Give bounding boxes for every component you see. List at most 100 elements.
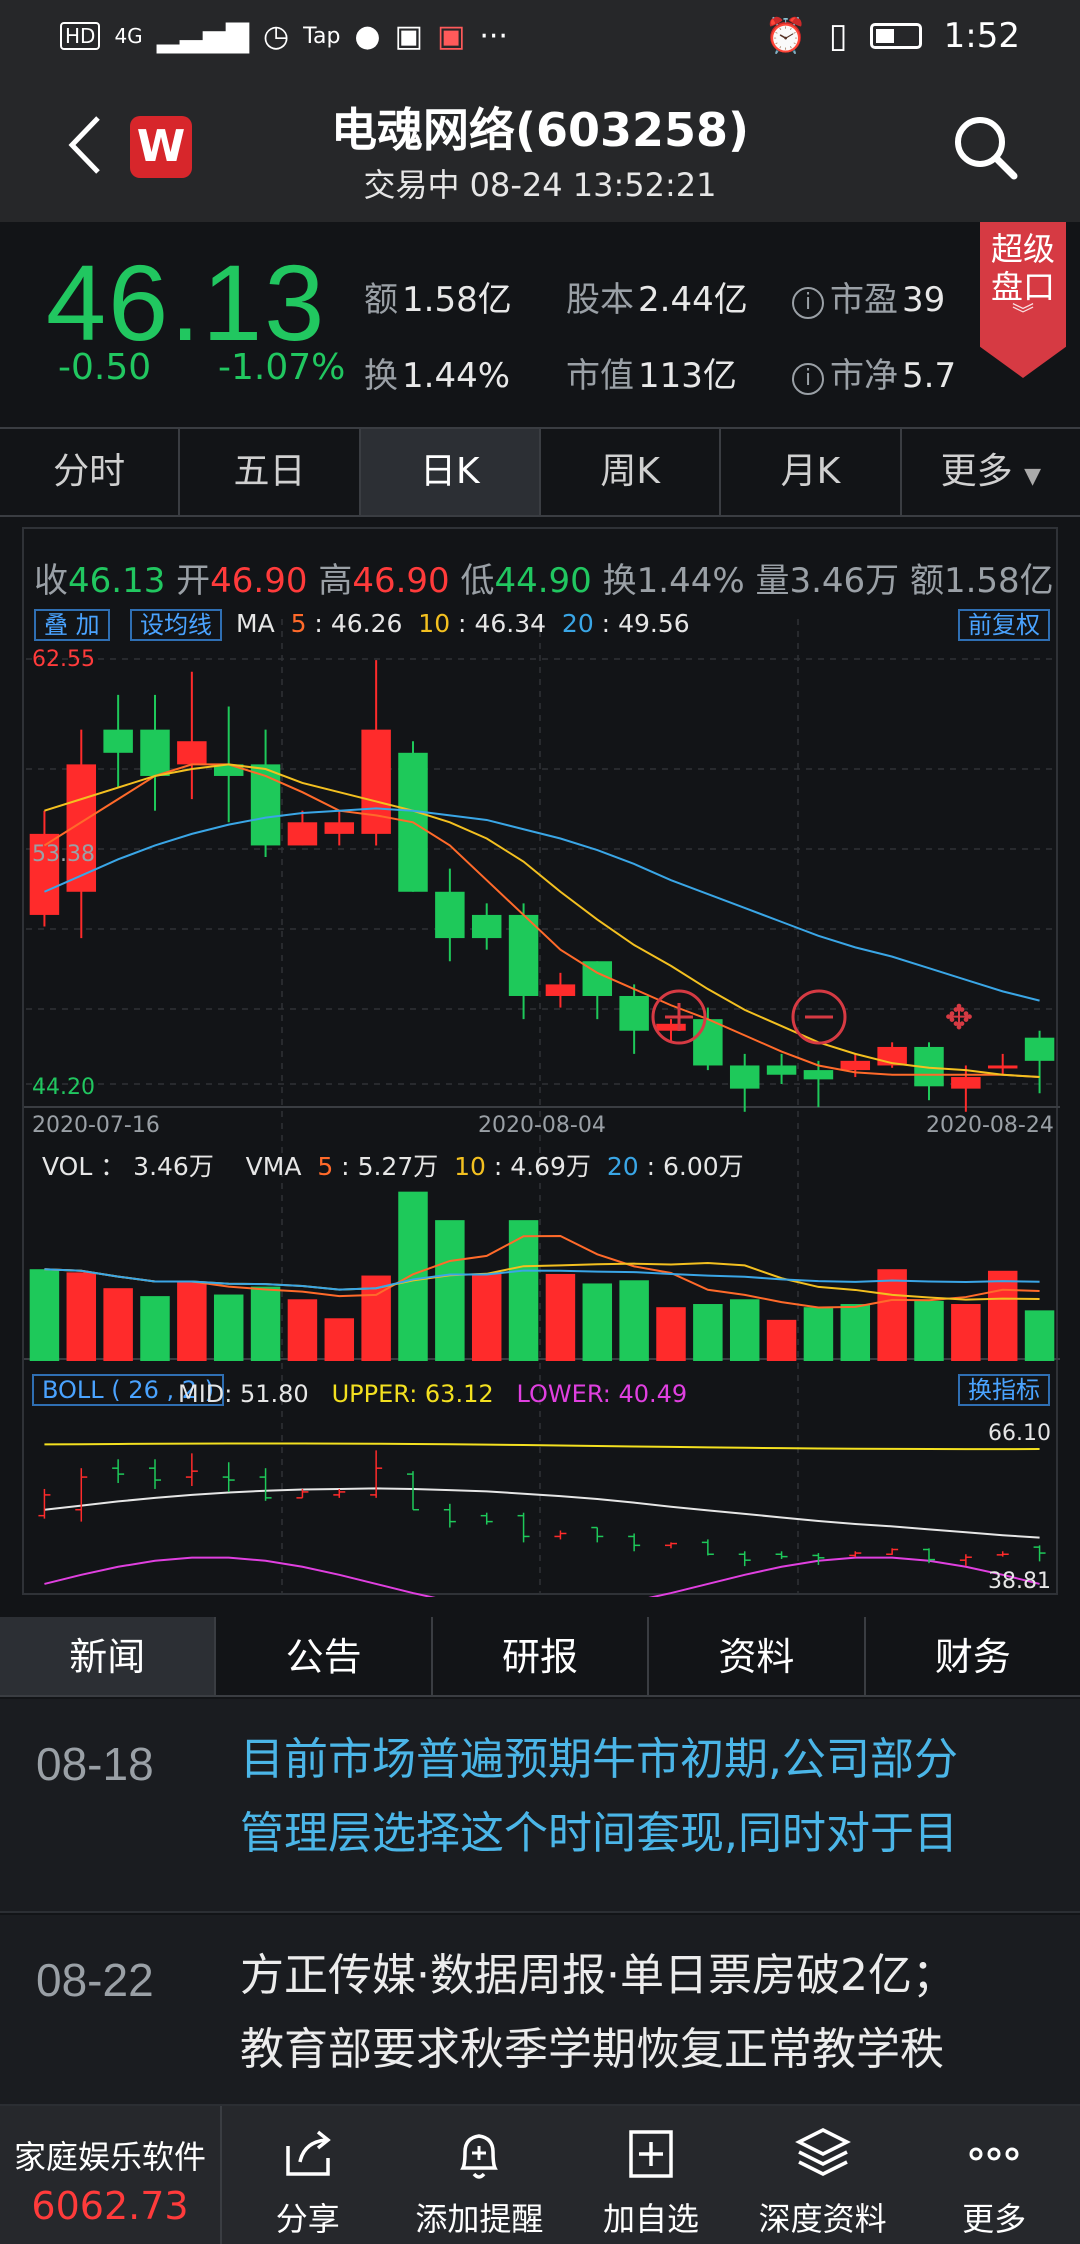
triangle-down-icon: ▼: [1024, 464, 1041, 489]
x-axis-label-mid: 2020-08-04: [478, 1113, 606, 1138]
volume-legend: VOL ： 3.46万 VMA 5 : 5.27万 10 : 4.69万 20 …: [42, 1152, 744, 1181]
quote-pb[interactable]: i 市净 5.7: [792, 348, 956, 397]
adjust-mode-button[interactable]: 前复权: [958, 609, 1050, 641]
y-axis-bottom-label: 44.20: [32, 1075, 95, 1100]
candle-body: [471, 914, 502, 939]
quote-amount: 额 1.58亿: [364, 280, 512, 320]
candle-body: [803, 1070, 834, 1080]
tab-five-day[interactable]: 五日: [180, 429, 361, 515]
volume-bar: [693, 1304, 723, 1361]
tab-daily-k[interactable]: 日K: [360, 429, 541, 515]
stock-title: 电魂网络(603258): [330, 103, 750, 157]
volume-bar: [398, 1191, 428, 1361]
tab-more[interactable]: 更多 ▼: [902, 429, 1080, 515]
news-headline[interactable]: 目前市场普遍预期牛市初期,公司部分 管理层选择这个时间套现,同时对于目: [240, 1723, 1040, 1871]
tab-monthly-k[interactable]: 月K: [721, 429, 902, 515]
battery-icon: [869, 23, 922, 49]
volume-bar: [582, 1283, 613, 1361]
add-watchlist-button[interactable]: 加自选: [565, 2106, 737, 2244]
volume-bar: [250, 1286, 281, 1361]
volume-bar: [729, 1299, 760, 1361]
boll-bottom-value: 38.81: [988, 1569, 1051, 1594]
candle-body: [508, 914, 539, 996]
volume-bar: [140, 1296, 170, 1361]
volume-bar: [619, 1280, 649, 1361]
volume-bar: [803, 1307, 834, 1361]
x-axis-label-end: 2020-08-24: [926, 1113, 1054, 1138]
quote-panel: 46.13 -0.50 -1.07% 额 1.58亿 换 1.44% 股本 2.44亿…: [0, 222, 1080, 427]
tab-financials[interactable]: 财务: [866, 1617, 1080, 1695]
quote-pe[interactable]: i 市盈 39: [792, 272, 945, 321]
info-icon[interactable]: i: [792, 363, 824, 395]
quote-share-capital: 股本 2.44亿: [566, 280, 748, 320]
tab-research[interactable]: 研报: [433, 1617, 650, 1695]
candle-body: [987, 1065, 1018, 1069]
candle-body: [1024, 1037, 1055, 1061]
tab-announcements[interactable]: 公告: [216, 1617, 433, 1695]
search-icon[interactable]: [950, 112, 1020, 182]
kline-chart[interactable]: ✥: [24, 529, 1060, 1597]
overlay-button[interactable]: 叠 加: [34, 609, 110, 641]
price-change: -0.50: [58, 347, 152, 388]
set-ma-button[interactable]: 设均线: [130, 609, 222, 641]
volume-bar: [545, 1273, 576, 1361]
share-icon: [286, 2130, 331, 2176]
news-headline[interactable]: 方正传媒·数据周报·单日票房破2亿； 教育部要求秋季学期恢复正常教学秩: [240, 1939, 1040, 2087]
alarm-icon: ⏰: [764, 16, 807, 56]
tab-profile[interactable]: 资料: [649, 1617, 866, 1695]
info-icon[interactable]: i: [792, 287, 824, 319]
hd-icon: HD: [60, 22, 101, 50]
quote-market-cap: 市值 113亿: [566, 356, 737, 396]
info-tabs: 新闻 公告 研报 资料 财务: [0, 1617, 1080, 1697]
volume-bar: [66, 1272, 97, 1361]
y-axis-top-label: 62.55: [32, 647, 95, 672]
trading-status: 交易中 08-24 13:52:21: [363, 166, 717, 204]
y-axis-mid-label: 53.38: [32, 842, 95, 867]
period-tabs: 分时 五日 日K 周K 月K 更多 ▼: [0, 427, 1080, 517]
super-orderbook-button[interactable]: 超级 盘口 ︾: [980, 222, 1066, 378]
news-item[interactable]: 08-18 目前市场普遍预期牛市初期,公司部分 管理层选择这个时间套现,同时对于目: [0, 1699, 1080, 1913]
share-button[interactable]: 分享: [222, 2106, 394, 2244]
volume-bar: [987, 1270, 1018, 1361]
kline-chart-panel[interactable]: ✥ 收46.13 开46.90 高46.90 低44.90 换1.44% 量3.…: [22, 527, 1060, 1597]
candle-body: [656, 1023, 686, 1031]
bottom-toolbar: 家庭娱乐软件 6062.73 分享 添加提醒 加自选 深度资料 更多: [0, 2106, 1080, 2244]
ma5-line: [43, 763, 1040, 1079]
tab-news[interactable]: 新闻: [0, 1617, 217, 1695]
double-chevron-down-icon: ︾: [1011, 303, 1034, 328]
volume-bar: [471, 1273, 502, 1361]
sector-index[interactable]: 家庭娱乐软件 6062.73: [0, 2106, 222, 2244]
news-item[interactable]: 08-22 方正传媒·数据周报·单日票房破2亿； 教育部要求秋季学期恢复正常教学秩: [0, 1915, 1080, 2106]
candle-body: [766, 1065, 797, 1075]
signal-bars-icon: ▂▃▅▇: [156, 18, 249, 54]
volume-bar: [1024, 1310, 1055, 1361]
vibrate-icon: ▯: [828, 16, 848, 56]
tap-icon: Tap: [303, 23, 341, 49]
tab-weekly-k[interactable]: 周K: [541, 429, 722, 515]
volume-bar: [951, 1304, 981, 1361]
app-notification-icon: ▣: [394, 18, 423, 54]
ma10-line: [44, 763, 1040, 1079]
ohlc-row: 收46.13 开46.90 高46.90 低44.90 换1.44% 量3.46…: [34, 561, 1054, 601]
tab-intraday[interactable]: 分时: [0, 429, 181, 515]
switch-indicator-button[interactable]: 换指标: [958, 1374, 1050, 1406]
boll-mid-line: [44, 1487, 1040, 1539]
deep-data-button[interactable]: 深度资料: [737, 2106, 909, 2244]
price-change-percent: -1.07%: [218, 347, 346, 388]
candle-body: [951, 1077, 981, 1089]
more-button[interactable]: 更多: [908, 2106, 1080, 2244]
volume-bar: [656, 1307, 686, 1361]
candle-body: [177, 741, 207, 765]
add-alert-button[interactable]: 添加提醒: [394, 2106, 566, 2244]
candle-body: [693, 1019, 723, 1066]
news-date: 08-18: [36, 1738, 154, 1790]
candle-body: [840, 1060, 871, 1071]
volume-bar: [29, 1269, 60, 1361]
boll-upper-line: [44, 1442, 1040, 1451]
x-axis-label-start: 2020-07-16: [32, 1113, 160, 1138]
news-date: 08-22: [36, 1954, 154, 2006]
volume-bar: [324, 1318, 355, 1361]
wechat-icon: ●: [354, 18, 381, 54]
candle-body: [103, 729, 133, 753]
boll-top-value: 66.10: [988, 1421, 1051, 1446]
